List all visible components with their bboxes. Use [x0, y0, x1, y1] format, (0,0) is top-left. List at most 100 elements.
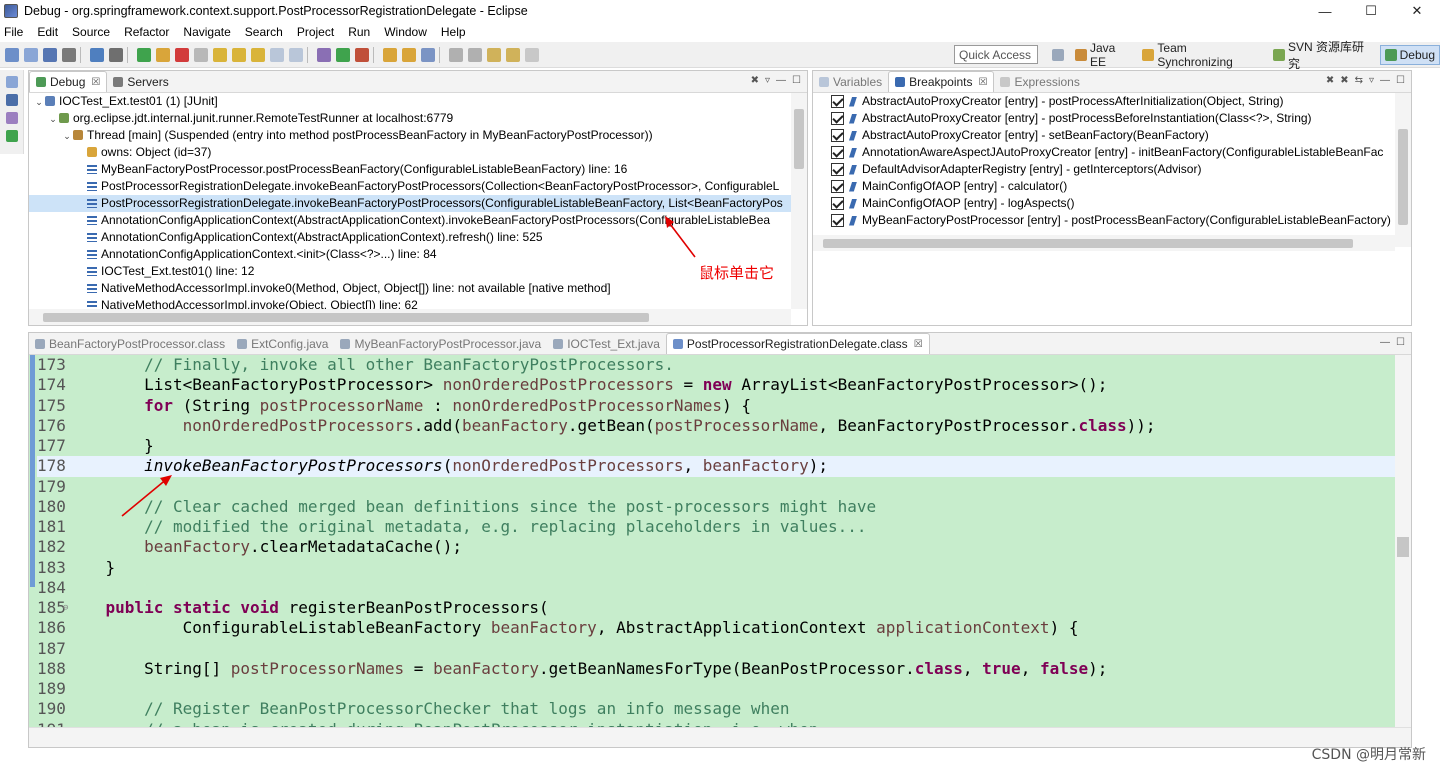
step-return-icon[interactable] [251, 47, 265, 62]
debug-tree-row[interactable]: AnnotationConfigApplicationContext.<init… [29, 246, 791, 263]
debug-tree-row[interactable]: MyBeanFactoryPostProcessor.postProcessBe… [29, 161, 791, 178]
debug-tree-row[interactable]: ⌄ IOCTest_Ext.test01 (1) [JUnit] [29, 93, 791, 110]
menu-source[interactable]: Source [72, 25, 110, 39]
tab-debug[interactable]: Debug ☒ [29, 71, 108, 92]
terminate-icon[interactable] [175, 47, 189, 62]
code-line[interactable]: 179 [37, 477, 1395, 497]
debug-tree-row[interactable]: NativeMethodAccessorImpl.invoke0(Method,… [29, 280, 791, 297]
code-line[interactable]: 183 } [37, 558, 1395, 578]
restore-icon[interactable] [6, 76, 18, 88]
code-line[interactable]: 186 ConfigurableListableBeanFactory bean… [37, 618, 1395, 638]
hierarchy-icon[interactable] [6, 112, 18, 124]
tab-postprocessorregistrationdelegate-class[interactable]: PostProcessorRegistrationDelegate.class … [665, 333, 930, 354]
breakpoint-row[interactable]: DefaultAdvisorAdapterRegistry [entry] - … [831, 161, 1395, 178]
menu-search[interactable]: Search [245, 25, 283, 39]
menu-help[interactable]: Help [441, 25, 466, 39]
tab-close-icon[interactable]: ☒ [914, 339, 923, 350]
code-line[interactable]: 175 for (String postProcessorName : nonO… [37, 396, 1395, 416]
menu-refactor[interactable]: Refactor [124, 25, 169, 39]
perspective-team-sync[interactable]: Team Synchronizing [1138, 41, 1269, 69]
breakpoint-enabled-checkbox[interactable] [831, 129, 844, 142]
maximize-button[interactable]: ☐ [1348, 0, 1394, 22]
breakpoint-enabled-checkbox[interactable] [831, 180, 844, 193]
debug-horizontal-scrollbar[interactable] [29, 309, 791, 325]
open-type-icon[interactable] [402, 47, 416, 62]
debug-tree-row[interactable]: PostProcessorRegistrationDelegate.invoke… [29, 178, 791, 195]
menu-window[interactable]: Window [384, 25, 427, 39]
debug-launch-icon[interactable] [317, 47, 331, 62]
maximize-editor-icon[interactable]: ☐ [1396, 337, 1405, 348]
outline-icon[interactable] [6, 130, 18, 142]
new-icon[interactable] [5, 47, 19, 62]
expand-arrow-icon[interactable]: ⌄ [47, 111, 59, 128]
forward-icon[interactable] [525, 47, 539, 62]
tab-servers[interactable]: Servers [107, 71, 174, 92]
last-edit-icon[interactable] [487, 47, 501, 62]
code-line[interactable]: 188 String[] postProcessorNames = beanFa… [37, 659, 1395, 679]
maximize-view-icon[interactable]: ☐ [792, 75, 801, 86]
remove-all-breakpoints-icon[interactable]: ✖ [1340, 75, 1348, 86]
tab-ioctest-ext-java[interactable]: IOCTest_Ext.java [547, 333, 666, 354]
code-line[interactable]: 185 ⊖ public static void registerBeanPost… [37, 598, 1395, 618]
skip-breakpoints-icon[interactable] [109, 47, 123, 62]
debug-tree-row[interactable]: ⌄ Thread [main] (Suspended (entry into me… [29, 127, 791, 144]
breakpoint-row[interactable]: AbstractAutoProxyCreator [entry] - setBe… [831, 127, 1395, 144]
code-line[interactable]: 177 } [37, 436, 1395, 456]
editor-vertical-scrollbar[interactable] [1395, 355, 1411, 727]
menu-run[interactable]: Run [348, 25, 370, 39]
menu-project[interactable]: Project [297, 25, 334, 39]
tab-variables[interactable]: Variables [813, 71, 888, 92]
new-dropdown-icon[interactable] [24, 47, 38, 62]
code-line[interactable]: 176 nonOrderedPostProcessors.add(beanFac… [37, 416, 1395, 436]
annotation-prev-icon[interactable] [468, 47, 482, 62]
tab-close-icon[interactable]: ☒ [979, 77, 988, 88]
open-perspective-button[interactable] [1048, 45, 1071, 65]
code-line[interactable]: 184 [37, 578, 1395, 598]
scrollbar-thumb[interactable] [794, 109, 804, 169]
tab-close-icon[interactable]: ☒ [91, 77, 100, 88]
maximize-view-icon[interactable]: ☐ [1396, 75, 1405, 86]
disconnect-icon[interactable] [194, 47, 208, 62]
debug-tree-row[interactable]: AnnotationConfigApplicationContext(Abstr… [29, 229, 791, 246]
expand-arrow-icon[interactable]: ⌄ [33, 94, 45, 111]
breakpoint-enabled-checkbox[interactable] [831, 95, 844, 108]
debug-tree-row[interactable]: AnnotationConfigApplicationContext(Abstr… [29, 212, 791, 229]
suspend-icon[interactable] [156, 47, 170, 62]
tab-extconfig-java[interactable]: ExtConfig.java [231, 333, 334, 354]
menu-file[interactable]: File [4, 25, 23, 39]
debug-tree-row[interactable]: PostProcessorRegistrationDelegate.invoke… [29, 195, 791, 212]
debug-tree-row[interactable]: NativeMethodAccessorImpl.invoke(Object, … [29, 297, 791, 309]
external-tools-icon[interactable] [355, 47, 369, 62]
menu-edit[interactable]: Edit [37, 25, 58, 39]
scrollbar-thumb[interactable] [1397, 537, 1409, 557]
step-filters-icon[interactable] [289, 47, 303, 62]
link-with-debug-icon[interactable]: ⇆ [1355, 75, 1363, 86]
search-icon[interactable] [421, 47, 435, 62]
tab-beanfactorypostprocessor-class[interactable]: BeanFactoryPostProcessor.class [29, 333, 231, 354]
remove-launches-icon[interactable]: ✖ [751, 75, 759, 86]
save-icon[interactable] [43, 47, 57, 62]
code-line[interactable]: 173 // Finally, invoke all other BeanFac… [37, 355, 1395, 375]
breakpoint-row[interactable]: AbstractAutoProxyCreator [entry] - postP… [831, 93, 1395, 110]
breakpoint-row[interactable]: MyBeanFactoryPostProcessor [entry] - pos… [831, 212, 1395, 229]
open-console-icon[interactable] [90, 47, 104, 62]
code-line[interactable]: 190 // Register BeanPostProcessorChecker… [37, 699, 1395, 719]
code-line[interactable]: 180 // Clear cached merged bean definiti… [37, 497, 1395, 517]
debug-tree-row[interactable]: ⌄ org.eclipse.jdt.internal.junit.runner.R… [29, 110, 791, 127]
breakpoint-row[interactable]: AnnotationAwareAspectJAutoProxyCreator [… [831, 144, 1395, 161]
view-menu-icon[interactable]: ▿ [765, 75, 770, 86]
menu-navigate[interactable]: Navigate [183, 25, 230, 39]
code-line[interactable]: 174 List<BeanFactoryPostProcessor> nonOr… [37, 375, 1395, 395]
expand-arrow-icon[interactable]: ⌄ [61, 128, 73, 145]
fold-toggle-icon[interactable]: ⊖ [63, 598, 68, 618]
breakpoint-enabled-checkbox[interactable] [831, 214, 844, 227]
drop-to-frame-icon[interactable] [270, 47, 284, 62]
breakpoint-enabled-checkbox[interactable] [831, 197, 844, 210]
tab-mybeanfactorypostprocessor-java[interactable]: MyBeanFactoryPostProcessor.java [334, 333, 547, 354]
quick-access-field[interactable]: Quick Access [954, 45, 1038, 64]
debug-tree-row[interactable]: owns: Object (id=37) [29, 144, 791, 161]
code-line[interactable]: 187 [37, 639, 1395, 659]
breakpoint-enabled-checkbox[interactable] [831, 112, 844, 125]
minimize-view-icon[interactable]: — [1380, 75, 1390, 86]
minimize-button[interactable]: — [1302, 0, 1348, 22]
